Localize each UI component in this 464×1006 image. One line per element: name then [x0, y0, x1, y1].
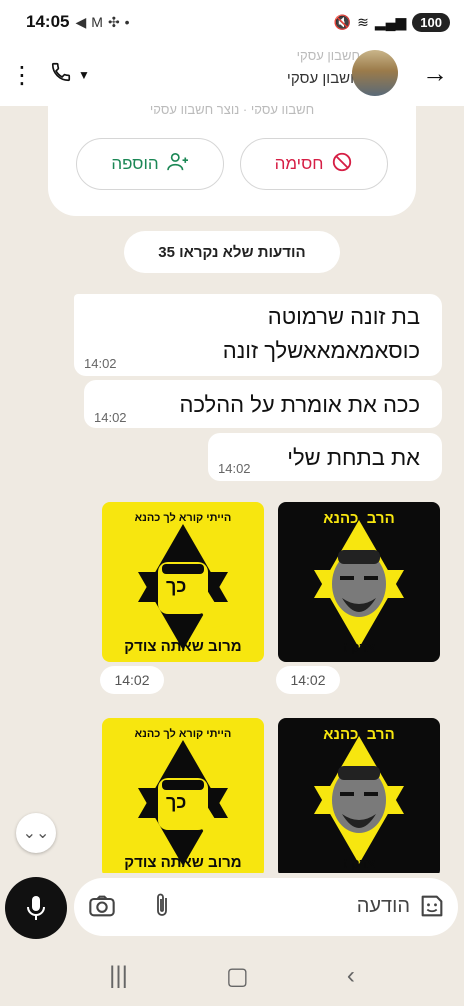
sticker-caption-top: הרב כהנא [323, 510, 395, 527]
contact-subtitle: חשבון עסקי [286, 70, 360, 87]
add-person-icon [166, 152, 189, 177]
sticker-time: 14:02 [100, 666, 164, 694]
add-contact-button[interactable]: הוספה [76, 138, 224, 190]
recent-apps-icon[interactable]: ||| [109, 962, 128, 990]
message-time: 14:02 [84, 356, 117, 371]
voice-record-button[interactable] [5, 877, 67, 939]
sticker-caption-top: הייתי קורא לך כהנא [134, 728, 232, 740]
mute-icon: 🔇 [333, 13, 352, 30]
sticker-icon[interactable] [418, 892, 446, 925]
unread-messages-divider: 35 הודעות שלא נקראו [124, 231, 340, 273]
message-line: בת זונה שרמוטה [267, 304, 420, 329]
battery-badge: 100 [412, 12, 450, 32]
message-time: 14:02 [94, 410, 127, 425]
dot-icon: • [124, 14, 130, 30]
message-line: כוסאמאמאאשלך זונה [222, 338, 420, 363]
message-input-placeholder: הודעה [356, 895, 410, 917]
message-line: ככה את אומרת על ההלכה [179, 392, 421, 417]
double-chevron-down-icon: ⌄⌄ [22, 825, 50, 842]
wifi-icon: ≋ [357, 13, 369, 30]
block-label: חסימה [274, 154, 324, 173]
status-time: 14:05 [26, 12, 70, 31]
add-contact-label: הוספה [111, 154, 159, 173]
message-bubble[interactable]: בת זונה שרמוטה כוסאמאמאאשלך זונה 14:02 [74, 294, 442, 376]
contact-title[interactable]: חשבון עסקי חשבון עסקי [287, 48, 360, 87]
chat-header: ⋮ ▼ חשבון עסקי חשבון עסקי → [0, 44, 464, 106]
message-line: את בתחת שלי [287, 445, 420, 470]
gmail-icon: M [91, 14, 103, 30]
card-cut-text: חשבון עסקי · נוצר חשבון עסקי [149, 102, 315, 114]
sticker-fist-text: כך [166, 576, 187, 596]
contact-info-card: חשבון עסקי · נוצר חשבון עסקי הוספה חסימה [48, 102, 416, 216]
sticker-caption-top: הרב כהנא [323, 726, 395, 743]
attach-clip-icon[interactable] [150, 892, 174, 925]
message-time: 14:02 [218, 461, 251, 476]
pinwheel-icon: ✣ [107, 13, 120, 30]
kahane-sticker[interactable]: הרב כהנא צדק ! [278, 718, 440, 878]
fist-sticker[interactable]: הייתי קורא לך כהנא כך מרוב שאתה צודק [102, 502, 264, 662]
call-icon[interactable] [44, 61, 78, 89]
back-arrow-icon[interactable]: → [422, 58, 448, 89]
contact-name: חשבון עסקי [296, 48, 360, 63]
sticker-time: 14:02 [276, 666, 340, 694]
block-icon [331, 151, 353, 178]
message-input-box[interactable]: הודעה [74, 878, 458, 936]
signal-icon: ▂▄▆ [374, 13, 407, 30]
avatar[interactable] [352, 50, 398, 96]
more-options-icon[interactable]: ⋮ [0, 61, 44, 90]
back-icon[interactable]: ‹ [347, 962, 355, 990]
message-bubble[interactable]: ככה את אומרת על ההלכה 14:02 [84, 380, 442, 428]
kahane-sticker[interactable]: הרב כהנא צדק ! [278, 502, 440, 662]
chevron-down-icon[interactable]: ▼ [78, 68, 98, 82]
status-bar: 14:05 ◀ M ✣ • 🔇 ≋ ▂▄▆ 100 [0, 0, 464, 44]
sticker-fist-text: כך [166, 792, 187, 812]
sticker-caption-bottom: צדק ! [343, 856, 375, 871]
block-button[interactable]: חסימה [240, 138, 388, 190]
message-bubble[interactable]: את בתחת שלי 14:02 [208, 433, 442, 481]
telegram-icon: ◀ [75, 13, 87, 30]
sticker-caption-top: הייתי קורא לך כהנא [134, 512, 232, 524]
fist-sticker[interactable]: הייתי קורא לך כהנא כך מרוב שאתה צודק [102, 718, 264, 878]
sticker-caption-bottom: צדק ! [343, 640, 375, 655]
sticker-caption-bottom: מרוב שאתה צודק [124, 854, 242, 871]
system-nav-bar: ||| ▢ ‹ [0, 946, 464, 1006]
microphone-icon [27, 896, 45, 920]
sticker-caption-bottom: מרוב שאתה צודק [124, 638, 242, 655]
home-icon[interactable]: ▢ [226, 962, 249, 991]
camera-icon[interactable] [88, 892, 116, 925]
scroll-down-button[interactable]: ⌄⌄ [16, 813, 56, 853]
